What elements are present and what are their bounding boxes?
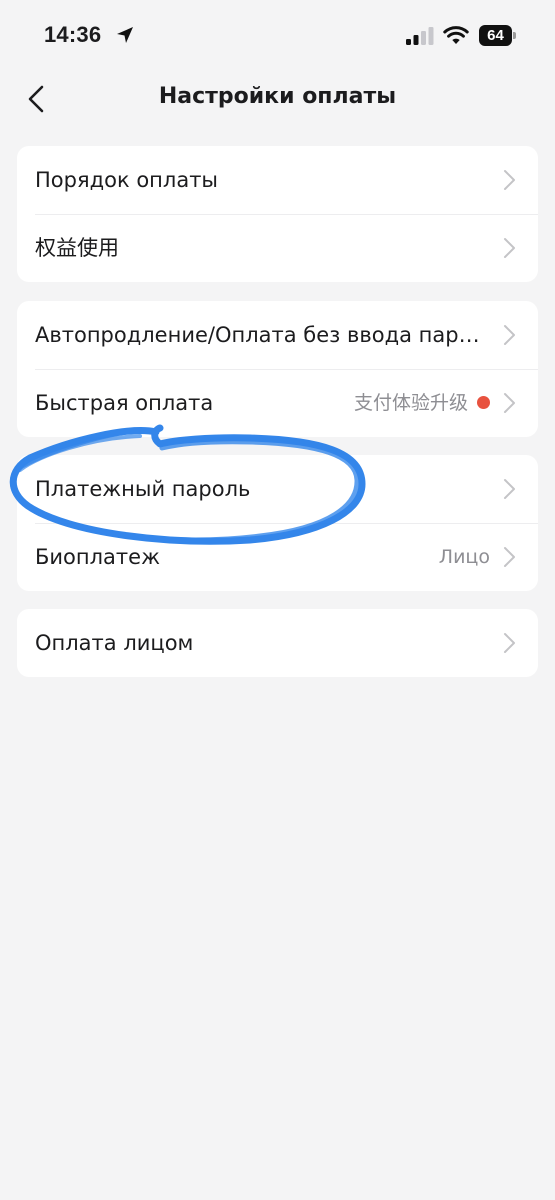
battery-icon: 64 [479, 25, 517, 46]
row-label: Платежный пароль [35, 477, 251, 501]
row-label: Порядок оплаты [35, 168, 219, 192]
row-label: Автопродление/Оплата без ввода пароля [35, 323, 490, 347]
chevron-right-icon [504, 325, 515, 345]
row-quick-pay[interactable]: Быстрая оплата 支付体验升级 [17, 369, 538, 437]
settings-group-face-pay: Оплата лицом [17, 609, 538, 677]
row-value: Лицо [438, 546, 490, 568]
row-payment-order[interactable]: Порядок оплаты [17, 146, 538, 214]
row-value: 支付体验升级 [353, 392, 468, 414]
row-label: Оплата лицом [35, 631, 194, 655]
chevron-right-icon [504, 393, 515, 413]
chevron-right-icon [504, 633, 515, 653]
row-autopay[interactable]: Автопродление/Оплата без ввода пароля [17, 301, 538, 369]
row-label: Биоплатеж [35, 545, 160, 569]
settings-group-autopay: Автопродление/Оплата без ввода пароля Бы… [17, 301, 538, 437]
row-face-pay[interactable]: Оплата лицом [17, 609, 538, 677]
chevron-right-icon [504, 479, 515, 499]
notification-dot [477, 396, 490, 409]
chevron-right-icon [504, 547, 515, 567]
row-biopay[interactable]: Биоплатеж Лицо [17, 523, 538, 591]
page-title: Настройки оплаты [158, 84, 397, 109]
chevron-right-icon [504, 238, 515, 258]
nav-bar: Настройки оплаты [0, 70, 555, 130]
battery-level: 64 [487, 27, 504, 44]
row-benefits-usage[interactable]: 权益使用 [17, 214, 538, 282]
wifi-icon [443, 26, 469, 44]
chevron-right-icon [504, 170, 515, 190]
status-bar: 14:36 64 [0, 0, 555, 70]
location-arrow-icon [117, 27, 133, 43]
row-label: Быстрая оплата [35, 391, 214, 415]
row-label: 权益使用 [35, 236, 119, 260]
settings-group-security: Платежный пароль Биоплатеж Лицо [17, 455, 538, 591]
battery-cap [513, 32, 516, 39]
cellular-signal-icon [406, 27, 434, 45]
status-time: 14:36 [44, 22, 102, 47]
settings-group-payment-order: Порядок оплаты 权益使用 [17, 146, 538, 282]
row-payment-password[interactable]: Платежный пароль [17, 455, 538, 523]
